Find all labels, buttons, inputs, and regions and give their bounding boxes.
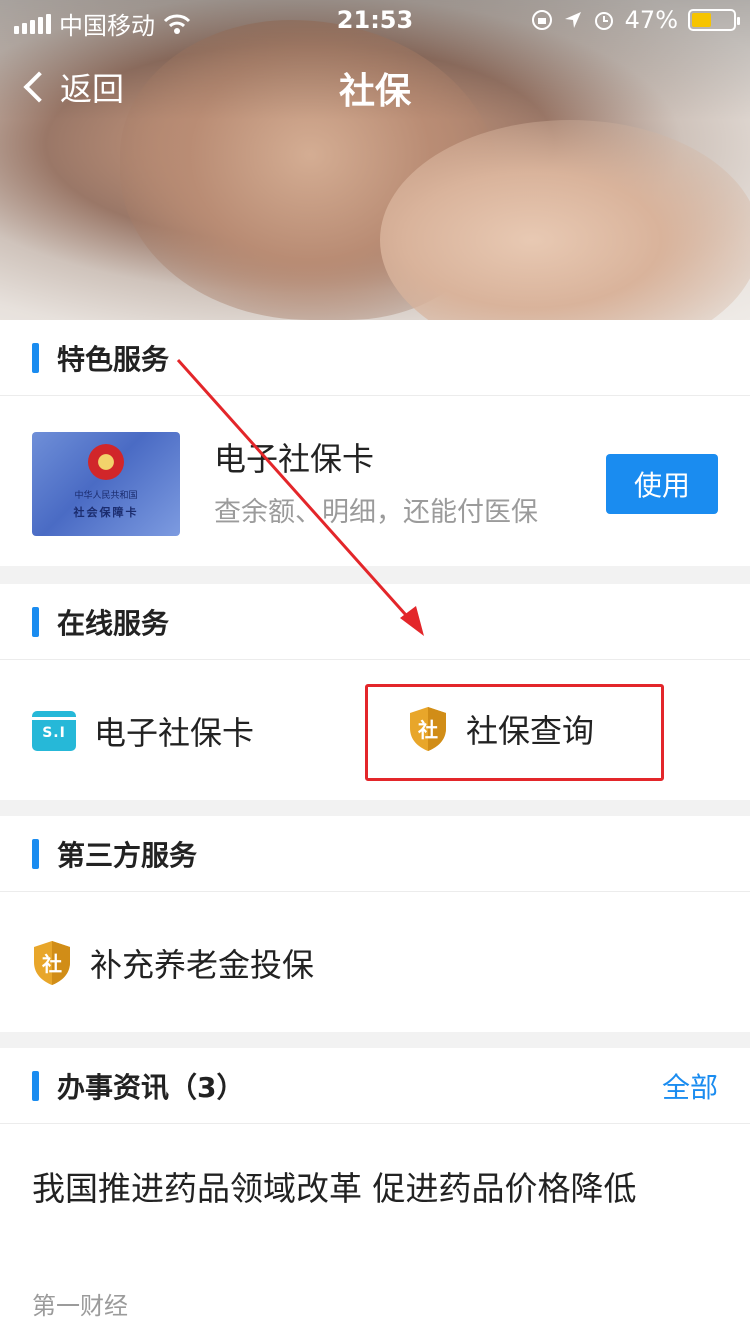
national-emblem-icon — [88, 444, 124, 480]
service-supplementary-pension[interactable]: 社 补充养老金投保 — [32, 940, 314, 986]
section-title: 特色服务 — [57, 342, 170, 376]
shield-icon: 社 — [32, 940, 72, 986]
annotation-highlight-box — [365, 684, 664, 781]
section-title: 第三方服务 — [57, 838, 198, 872]
svg-text:社: 社 — [41, 952, 62, 976]
online-services-section: 在线服务 S.I 电子社保卡 社 社保查询 — [0, 584, 750, 800]
battery-icon — [688, 9, 740, 31]
section-title: 在线服务 — [57, 606, 170, 640]
alarm-icon — [594, 12, 613, 30]
location-icon — [564, 12, 581, 28]
header-photo — [0, 0, 750, 320]
view-all-link[interactable]: 全部 — [662, 1066, 718, 1106]
battery-percent: 47% — [624, 6, 678, 34]
page-title: 社保 — [338, 71, 411, 112]
service-e-social-security-card[interactable]: S.I 电子社保卡 — [32, 708, 254, 754]
news-title: 我国推进药品领域改革 促进药品价格降低 — [32, 1169, 637, 1208]
feature-subtitle: 查余额、明细，还能付医保 — [214, 497, 538, 528]
social-security-card-image: 中华人民共和国 社会保障卡 — [32, 432, 180, 536]
e-social-security-card-item[interactable]: 中华人民共和国 社会保障卡 电子社保卡 查余额、明细，还能付医保 使用 — [0, 396, 750, 566]
news-item[interactable]: 我国推进药品领域改革 促进药品价格降低 第一财经 — [0, 1124, 750, 1334]
news-section: 办事资讯（3） 全部 我国推进药品领域改革 促进药品价格降低 第一财经 — [0, 1048, 750, 1334]
news-source: 第一财经 — [32, 1292, 128, 1320]
featured-services-section: 特色服务 中华人民共和国 社会保障卡 电子社保卡 查余额、明细，还能付医保 使用 — [0, 320, 750, 566]
rotation-lock-icon — [531, 10, 552, 30]
status-bar: 中国移动 21:53 47% — [0, 0, 750, 40]
section-title: 办事资讯（3） — [57, 1070, 245, 1104]
third-party-services-section: 第三方服务 社 补充养老金投保 — [0, 816, 750, 1032]
use-button[interactable]: 使用 — [606, 454, 718, 514]
feature-title: 电子社保卡 — [214, 440, 375, 478]
si-card-icon: S.I — [32, 711, 76, 751]
navigation-bar: 返回 社保 — [0, 50, 750, 120]
